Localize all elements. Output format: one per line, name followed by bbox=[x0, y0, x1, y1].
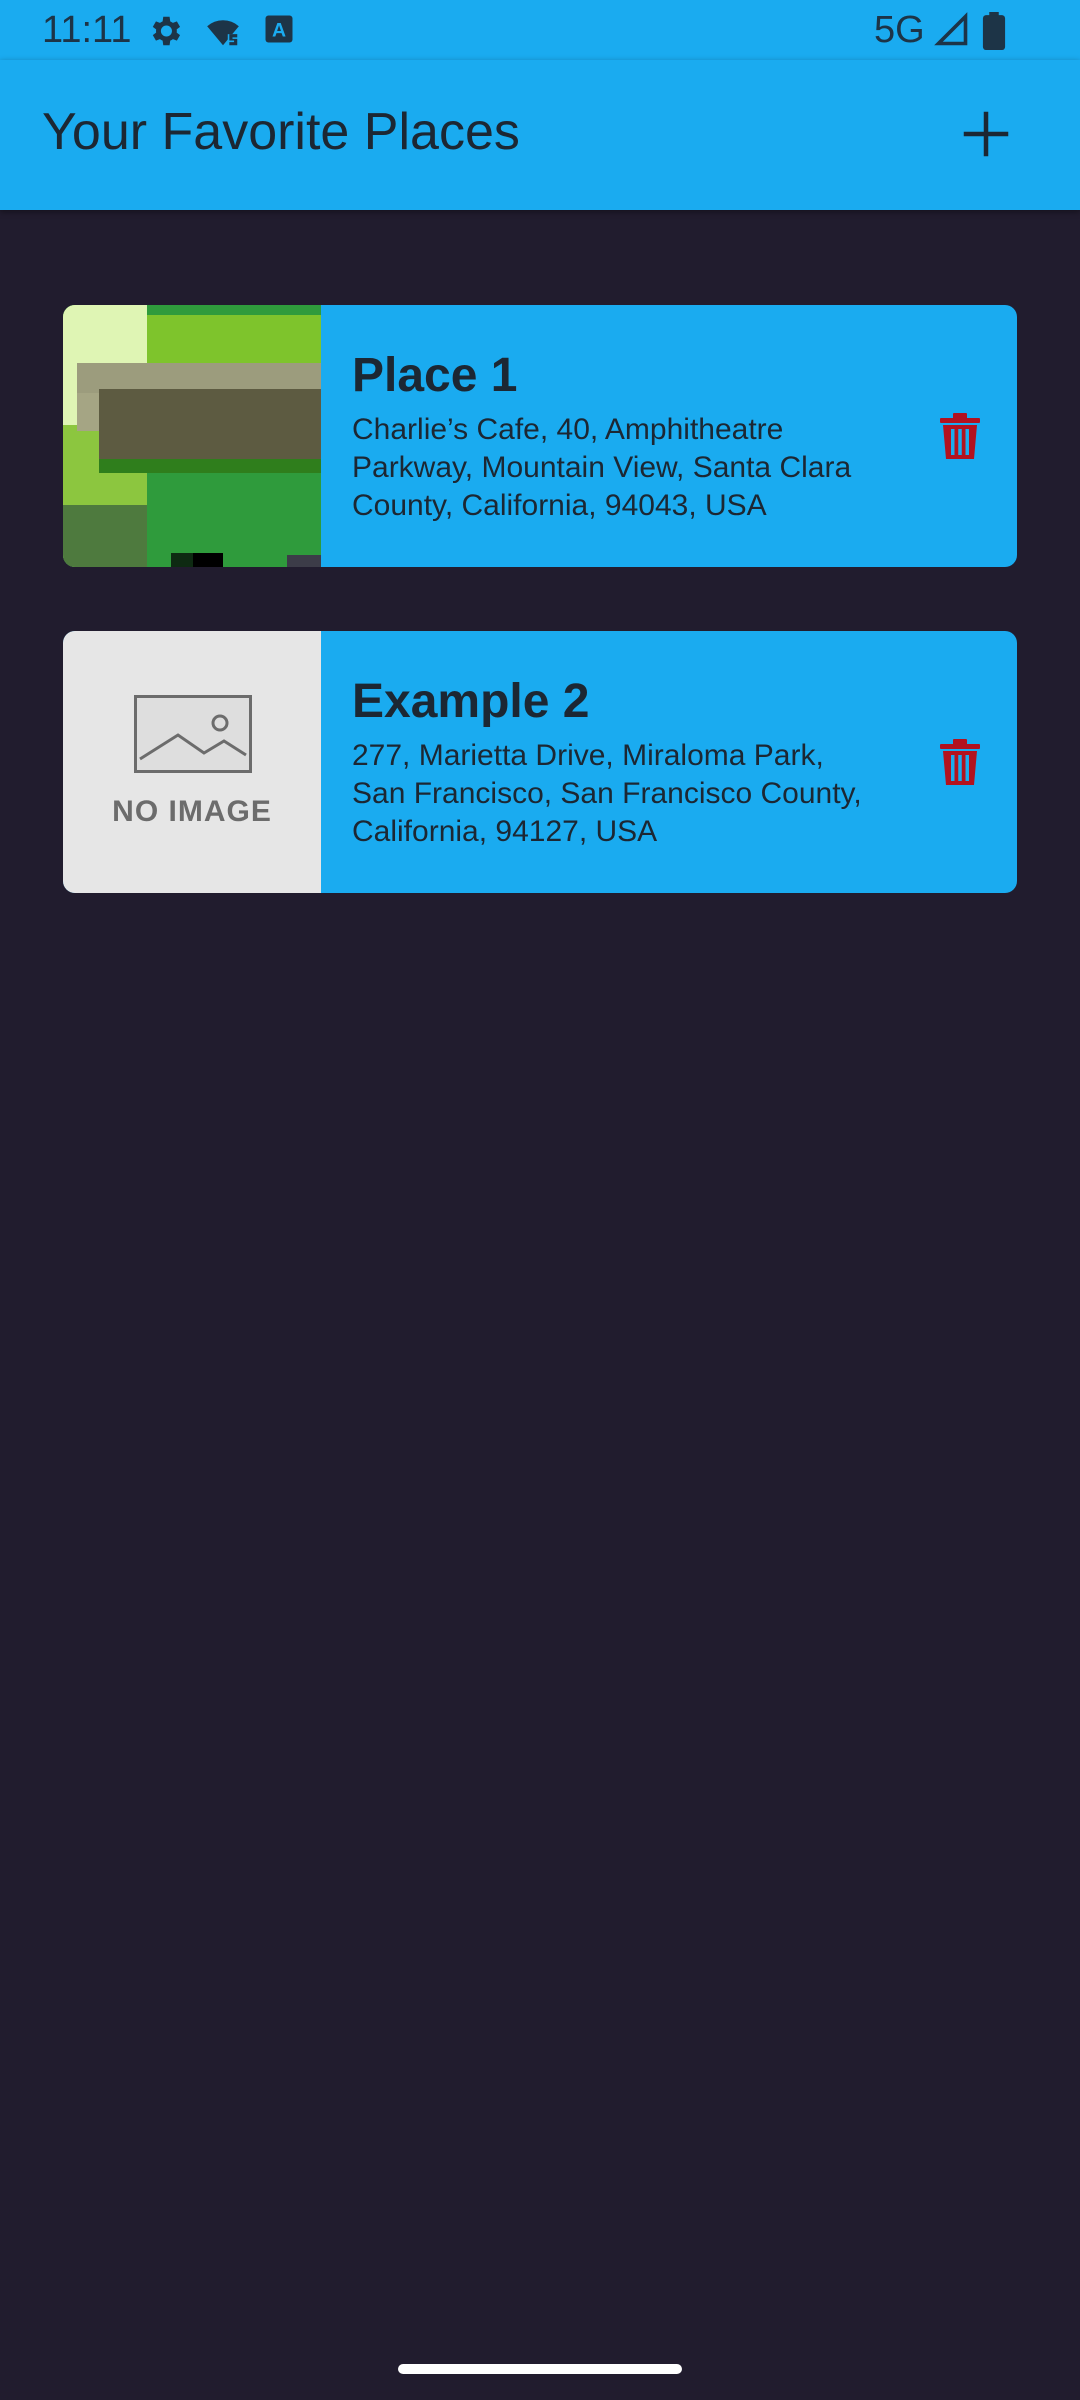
wifi-icon bbox=[204, 12, 242, 55]
plus-icon bbox=[963, 111, 1009, 157]
no-image-label: NO IMAGE bbox=[112, 795, 272, 828]
place-address: 277, Marietta Drive, Miraloma Park, San … bbox=[352, 739, 862, 848]
place-address: Charlie’s Cafe, 40, Amphitheatre Parkway… bbox=[352, 413, 852, 522]
place-card[interactable]: Place 1 Charlie’s Cafe, 40, Amphitheatre… bbox=[63, 305, 1017, 567]
add-place-button[interactable] bbox=[950, 98, 1022, 170]
page-title: Your Favorite Places bbox=[42, 103, 520, 161]
trash-icon bbox=[940, 739, 980, 785]
place-card[interactable]: NO IMAGE Example 2 277, Marietta Drive, … bbox=[63, 631, 1017, 893]
image-placeholder-icon bbox=[134, 695, 252, 773]
delete-button[interactable] bbox=[929, 405, 991, 467]
map-thumbnail bbox=[63, 305, 321, 567]
place-title: Place 1 bbox=[352, 349, 518, 402]
signal-icon bbox=[934, 12, 970, 53]
settings-icon bbox=[146, 12, 184, 55]
place-title: Example 2 bbox=[352, 675, 590, 728]
trash-icon bbox=[940, 413, 980, 459]
gesture-nav-bar[interactable] bbox=[398, 2364, 682, 2374]
app-bar: Your Favorite Places bbox=[0, 60, 1080, 210]
no-image-placeholder: NO IMAGE bbox=[63, 631, 321, 893]
status-time: 11:11 bbox=[42, 9, 132, 51]
network-type: 5G bbox=[874, 9, 925, 51]
battery-icon bbox=[982, 12, 1006, 55]
svg-text:A: A bbox=[272, 20, 286, 42]
keyboard-icon: A bbox=[264, 12, 294, 51]
delete-button[interactable] bbox=[929, 731, 991, 793]
status-bar: 11:11 A 5G bbox=[0, 0, 1080, 60]
